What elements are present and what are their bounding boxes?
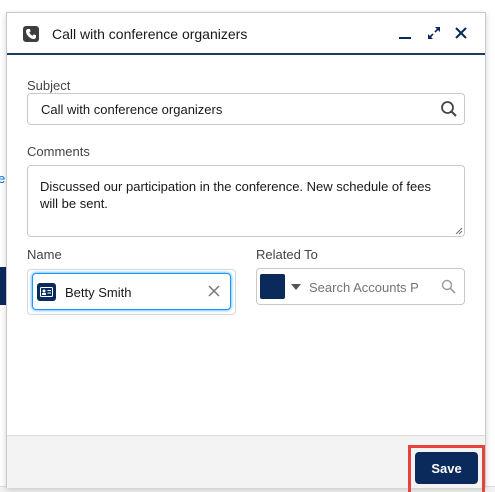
search-icon[interactable] <box>441 279 456 294</box>
minimize-button[interactable] <box>395 23 415 43</box>
search-icon[interactable] <box>440 100 458 118</box>
related-to-field <box>256 268 465 305</box>
object-type-picker[interactable] <box>260 273 304 301</box>
clear-selection-icon[interactable] <box>207 284 221 298</box>
log-call-panel: Call with conference organizers Subject … <box>6 12 486 492</box>
panel-title: Call with conference organizers <box>52 26 248 42</box>
close-button[interactable] <box>451 23 471 43</box>
related-to-label: Related To <box>256 247 318 262</box>
panel-header: Call with conference organizers <box>7 13 485 55</box>
panel-footer: Save <box>7 435 485 492</box>
resize-handle-icon[interactable] <box>455 227 463 235</box>
comments-label: Comments <box>27 144 90 159</box>
contact-card-icon <box>37 283 56 301</box>
name-field[interactable]: Betty Smith <box>27 269 236 315</box>
name-value: Betty Smith <box>65 285 132 300</box>
close-icon <box>455 27 467 39</box>
expand-button[interactable] <box>424 23 444 43</box>
minimize-icon <box>399 37 411 39</box>
name-selected-pill[interactable]: Betty Smith <box>32 273 231 310</box>
background-page-text: e <box>0 171 6 186</box>
name-label: Name <box>27 247 62 262</box>
subject-field[interactable]: Call with conference organizers <box>27 93 465 125</box>
subject-label: Subject <box>27 78 71 93</box>
subject-value: Call with conference organizers <box>41 102 223 117</box>
account-object-icon <box>260 274 285 299</box>
expand-icon <box>428 27 440 39</box>
caret-down-icon <box>291 284 301 290</box>
save-button[interactable]: Save <box>415 452 478 484</box>
comments-textarea[interactable]: Discussed our participation in the confe… <box>27 165 465 237</box>
related-to-search-input[interactable] <box>309 274 433 300</box>
call-log-icon <box>23 26 39 42</box>
